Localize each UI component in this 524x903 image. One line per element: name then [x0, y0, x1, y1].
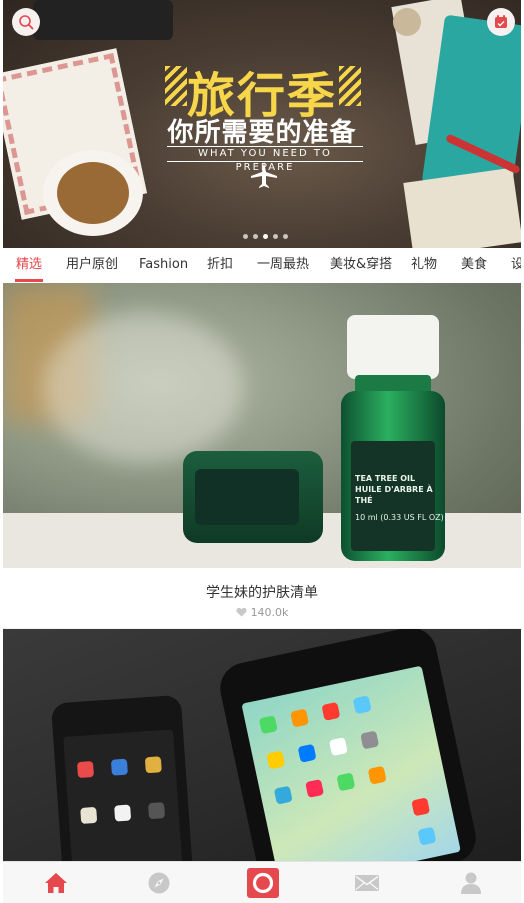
carousel-dot[interactable]: [283, 234, 288, 239]
phone-front-illustration: [215, 629, 481, 861]
app-icon: [297, 743, 317, 763]
app-icon: [360, 730, 380, 750]
app-screen: 旅行季 你所需要的准备 WHAT YOU NEED TO PREPARE 精选用…: [3, 0, 521, 903]
banner-subtitle: 你所需要的准备: [167, 118, 357, 148]
app-icon: [305, 779, 325, 798]
tab-item[interactable]: 礼物: [411, 248, 437, 283]
search-button[interactable]: [12, 8, 40, 36]
tab-item[interactable]: 美食: [461, 248, 487, 283]
phone-back-screen: [63, 729, 185, 861]
airplane-icon: [251, 162, 277, 188]
feed-card-likes: 140.0k: [3, 606, 521, 619]
carousel-indicator[interactable]: [243, 234, 288, 239]
app-icon: [80, 806, 98, 824]
map-decoration: [403, 167, 521, 248]
feed-card-title: 学生妹的护肤清单: [206, 585, 318, 601]
phone-back-illustration: [50, 694, 196, 861]
mail-icon: [355, 875, 379, 891]
background-blur-flowers: [43, 313, 243, 463]
calendar-icon: [495, 15, 507, 28]
promo-banner[interactable]: 旅行季 你所需要的准备 WHAT YOU NEED TO PREPARE: [3, 0, 521, 248]
app-icon: [148, 802, 166, 820]
category-tabs: 精选 用户原创 Fashion 折扣 一周最热 美妆&穿搭 礼物 美食设: [3, 248, 521, 283]
bottle-cap: [347, 315, 439, 379]
tab-item[interactable]: 美妆&穿搭: [330, 248, 392, 283]
app-icon: [110, 758, 128, 776]
feed-card-image-2[interactable]: [3, 629, 521, 861]
home-icon: [45, 873, 67, 893]
user-icon: [461, 872, 481, 894]
carousel-dot[interactable]: [263, 234, 268, 239]
app-icon: [144, 756, 162, 774]
likes-count: 140.0k: [250, 606, 289, 619]
app-icon: [321, 701, 341, 721]
carousel-dot[interactable]: [243, 234, 248, 239]
bottle-label: TEA TREE OIL HUILE D'ARBRE À THÉ 10 ml (…: [355, 473, 445, 523]
nav-messages[interactable]: [354, 870, 380, 896]
tab-item[interactable]: 折扣: [207, 248, 233, 283]
nav-home[interactable]: [43, 870, 69, 896]
phone-front-screen: [241, 665, 461, 861]
coin-decoration: [393, 8, 421, 36]
app-icon: [328, 737, 348, 757]
app-icon: [290, 708, 310, 728]
heart-icon[interactable]: [236, 607, 247, 617]
tab-item[interactable]: 一周最热: [257, 248, 309, 283]
app-icon: [258, 715, 278, 735]
bottom-nav: [3, 861, 521, 903]
search-icon: [19, 15, 34, 30]
app-icon: [114, 804, 132, 822]
small-bottle: [183, 451, 323, 543]
record-icon: [252, 872, 274, 894]
app-icon: [273, 785, 293, 805]
feed-card-info[interactable]: 学生妹的护肤清单 140.0k: [3, 568, 521, 628]
calendar-button[interactable]: [487, 8, 515, 36]
app-icon: [411, 797, 431, 817]
app-icon: [76, 760, 95, 779]
carousel-dot[interactable]: [253, 234, 258, 239]
tab-item[interactable]: Fashion: [139, 248, 188, 283]
nav-discover[interactable]: [146, 870, 172, 896]
nav-record[interactable]: [247, 868, 279, 898]
app-icon: [367, 765, 387, 785]
bottle-label-line1: TEA TREE OIL: [355, 474, 416, 483]
compass-icon: [148, 872, 170, 894]
coffee-cup-decoration: [43, 150, 143, 236]
camera-decoration: [33, 0, 173, 40]
app-icon: [352, 695, 372, 715]
bottle-label-line3: 10 ml (0.33 US FL OZ): [355, 513, 444, 522]
bottle-label-line2: HUILE D'ARBRE À THÉ: [355, 485, 433, 505]
carousel-dot[interactable]: [273, 234, 278, 239]
feed-card-image[interactable]: TEA TREE OIL HUILE D'ARBRE À THÉ 10 ml (…: [3, 283, 521, 568]
app-icon: [417, 826, 437, 846]
app-icon: [336, 772, 356, 792]
tab-item[interactable]: 设: [511, 248, 521, 283]
tab-item[interactable]: 用户原创: [66, 248, 118, 283]
nav-profile[interactable]: [458, 870, 484, 896]
app-icon: [266, 750, 286, 770]
tab-item[interactable]: 精选: [16, 248, 42, 283]
